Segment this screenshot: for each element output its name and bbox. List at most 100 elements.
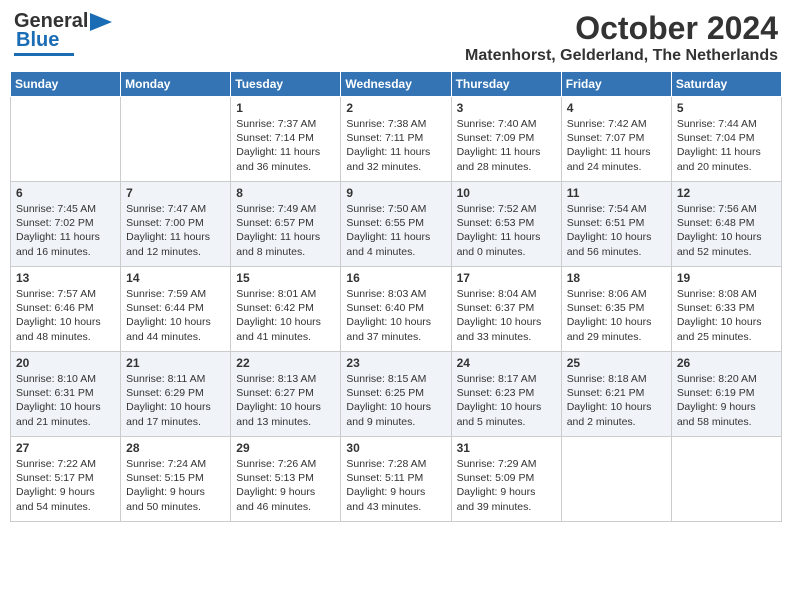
day-info: Sunrise: 7:47 AM Sunset: 7:00 PM Dayligh… (126, 202, 225, 259)
calendar-cell (671, 437, 781, 522)
day-number: 30 (346, 441, 445, 455)
day-number: 7 (126, 186, 225, 200)
calendar-cell: 30 Sunrise: 7:28 AM Sunset: 5:11 PM Dayli… (341, 437, 451, 522)
day-number: 29 (236, 441, 335, 455)
calendar-cell: 19Sunrise: 8:08 AM Sunset: 6:33 PM Dayli… (671, 267, 781, 352)
page-header: General Blue October 2024 Matenhorst, Ge… (10, 10, 782, 65)
day-info: Sunrise: 7:44 AM Sunset: 7:04 PM Dayligh… (677, 117, 776, 174)
day-number: 22 (236, 356, 335, 370)
weekday-header-tuesday: Tuesday (231, 72, 341, 97)
day-info: Sunrise: 7:40 AM Sunset: 7:09 PM Dayligh… (457, 117, 556, 174)
day-info: Sunrise: 8:04 AM Sunset: 6:37 PM Dayligh… (457, 287, 556, 344)
weekday-header-saturday: Saturday (671, 72, 781, 97)
weekday-header-monday: Monday (121, 72, 231, 97)
day-number: 8 (236, 186, 335, 200)
calendar-cell: 28 Sunrise: 7:24 AM Sunset: 5:15 PM Dayli… (121, 437, 231, 522)
calendar-row-5: 27 Sunrise: 7:22 AM Sunset: 5:17 PM Dayli… (11, 437, 782, 522)
day-info: Sunrise: 7:37 AM Sunset: 7:14 PM Dayligh… (236, 117, 335, 174)
day-info: Sunrise: 7:52 AM Sunset: 6:53 PM Dayligh… (457, 202, 556, 259)
weekday-header-friday: Friday (561, 72, 671, 97)
calendar-cell: 1 Sunrise: 7:37 AM Sunset: 7:14 PM Daylig… (231, 97, 341, 182)
day-number: 5 (677, 101, 776, 115)
day-info: Sunrise: 7:54 AM Sunset: 6:51 PM Dayligh… (567, 202, 666, 259)
day-info: Sunrise: 8:08 AM Sunset: 6:33 PM Dayligh… (677, 287, 776, 344)
day-number: 6 (16, 186, 115, 200)
logo-underline (14, 53, 74, 56)
day-number: 16 (346, 271, 445, 285)
day-number: 17 (457, 271, 556, 285)
calendar-cell: 17 Sunrise: 8:04 AM Sunset: 6:37 PM Dayli… (451, 267, 561, 352)
calendar-cell: 20 Sunrise: 8:10 AM Sunset: 6:31 PM Dayli… (11, 352, 121, 437)
logo: General Blue (14, 10, 112, 56)
title-area: October 2024 Matenhorst, Gelderland, The… (465, 10, 778, 65)
day-number: 26 (677, 356, 776, 370)
day-info: Sunrise: 7:42 AM Sunset: 7:07 PM Dayligh… (567, 117, 666, 174)
day-info: Sunrise: 8:03 AM Sunset: 6:40 PM Dayligh… (346, 287, 445, 344)
calendar-cell: 29 Sunrise: 7:26 AM Sunset: 5:13 PM Dayli… (231, 437, 341, 522)
day-info: Sunrise: 8:20 AM Sunset: 6:19 PM Dayligh… (677, 372, 776, 429)
calendar-cell: 23 Sunrise: 8:15 AM Sunset: 6:25 PM Dayli… (341, 352, 451, 437)
calendar-cell: 27 Sunrise: 7:22 AM Sunset: 5:17 PM Dayli… (11, 437, 121, 522)
calendar-body: 1 Sunrise: 7:37 AM Sunset: 7:14 PM Daylig… (11, 97, 782, 522)
day-number: 18 (567, 271, 666, 285)
logo-blue-text: Blue (16, 29, 59, 52)
day-info: Sunrise: 7:49 AM Sunset: 6:57 PM Dayligh… (236, 202, 335, 259)
day-number: 1 (236, 101, 335, 115)
day-info: Sunrise: 8:06 AM Sunset: 6:35 PM Dayligh… (567, 287, 666, 344)
calendar-cell: 6Sunrise: 7:45 AM Sunset: 7:02 PM Daylig… (11, 182, 121, 267)
calendar-cell: 15 Sunrise: 8:01 AM Sunset: 6:42 PM Dayli… (231, 267, 341, 352)
day-info: Sunrise: 7:56 AM Sunset: 6:48 PM Dayligh… (677, 202, 776, 259)
day-info: Sunrise: 8:01 AM Sunset: 6:42 PM Dayligh… (236, 287, 335, 344)
logo-arrow-icon (90, 13, 112, 31)
calendar-cell: 4 Sunrise: 7:42 AM Sunset: 7:07 PM Daylig… (561, 97, 671, 182)
day-info: Sunrise: 8:10 AM Sunset: 6:31 PM Dayligh… (16, 372, 115, 429)
calendar-cell: 31Sunrise: 7:29 AM Sunset: 5:09 PM Dayli… (451, 437, 561, 522)
day-number: 14 (126, 271, 225, 285)
day-number: 20 (16, 356, 115, 370)
day-info: Sunrise: 7:22 AM Sunset: 5:17 PM Dayligh… (16, 457, 115, 514)
calendar-cell: 3 Sunrise: 7:40 AM Sunset: 7:09 PM Daylig… (451, 97, 561, 182)
day-number: 23 (346, 356, 445, 370)
calendar-row-4: 20 Sunrise: 8:10 AM Sunset: 6:31 PM Dayli… (11, 352, 782, 437)
weekday-header-thursday: Thursday (451, 72, 561, 97)
calendar-cell: 7 Sunrise: 7:47 AM Sunset: 7:00 PM Daylig… (121, 182, 231, 267)
day-number: 2 (346, 101, 445, 115)
day-info: Sunrise: 7:28 AM Sunset: 5:11 PM Dayligh… (346, 457, 445, 514)
calendar-row-2: 6Sunrise: 7:45 AM Sunset: 7:02 PM Daylig… (11, 182, 782, 267)
calendar-cell: 16 Sunrise: 8:03 AM Sunset: 6:40 PM Dayli… (341, 267, 451, 352)
location-title: Matenhorst, Gelderland, The Netherlands (465, 47, 778, 65)
day-number: 10 (457, 186, 556, 200)
day-info: Sunrise: 7:38 AM Sunset: 7:11 PM Dayligh… (346, 117, 445, 174)
day-number: 11 (567, 186, 666, 200)
day-number: 4 (567, 101, 666, 115)
weekday-header-wednesday: Wednesday (341, 72, 451, 97)
day-number: 24 (457, 356, 556, 370)
weekday-header-row: SundayMondayTuesdayWednesdayThursdayFrid… (11, 72, 782, 97)
calendar-cell: 5 Sunrise: 7:44 AM Sunset: 7:04 PM Daylig… (671, 97, 781, 182)
day-info: Sunrise: 8:17 AM Sunset: 6:23 PM Dayligh… (457, 372, 556, 429)
calendar-cell: 9Sunrise: 7:50 AM Sunset: 6:55 PM Daylig… (341, 182, 451, 267)
calendar-cell: 12 Sunrise: 7:56 AM Sunset: 6:48 PM Dayli… (671, 182, 781, 267)
day-number: 21 (126, 356, 225, 370)
weekday-header-sunday: Sunday (11, 72, 121, 97)
day-number: 28 (126, 441, 225, 455)
calendar-cell (11, 97, 121, 182)
day-number: 15 (236, 271, 335, 285)
day-number: 27 (16, 441, 115, 455)
calendar-cell: 13 Sunrise: 7:57 AM Sunset: 6:46 PM Dayli… (11, 267, 121, 352)
calendar-cell: 21Sunrise: 8:11 AM Sunset: 6:29 PM Dayli… (121, 352, 231, 437)
day-info: Sunrise: 7:29 AM Sunset: 5:09 PM Dayligh… (457, 457, 556, 514)
day-info: Sunrise: 7:57 AM Sunset: 6:46 PM Dayligh… (16, 287, 115, 344)
day-info: Sunrise: 8:15 AM Sunset: 6:25 PM Dayligh… (346, 372, 445, 429)
calendar-cell: 26 Sunrise: 8:20 AM Sunset: 6:19 PM Dayli… (671, 352, 781, 437)
calendar-cell: 18 Sunrise: 8:06 AM Sunset: 6:35 PM Dayli… (561, 267, 671, 352)
month-title: October 2024 (465, 10, 778, 47)
calendar-cell: 24 Sunrise: 8:17 AM Sunset: 6:23 PM Dayli… (451, 352, 561, 437)
day-number: 3 (457, 101, 556, 115)
calendar-row-1: 1 Sunrise: 7:37 AM Sunset: 7:14 PM Daylig… (11, 97, 782, 182)
day-number: 12 (677, 186, 776, 200)
day-info: Sunrise: 7:24 AM Sunset: 5:15 PM Dayligh… (126, 457, 225, 514)
day-info: Sunrise: 8:18 AM Sunset: 6:21 PM Dayligh… (567, 372, 666, 429)
day-number: 13 (16, 271, 115, 285)
day-info: Sunrise: 7:26 AM Sunset: 5:13 PM Dayligh… (236, 457, 335, 514)
